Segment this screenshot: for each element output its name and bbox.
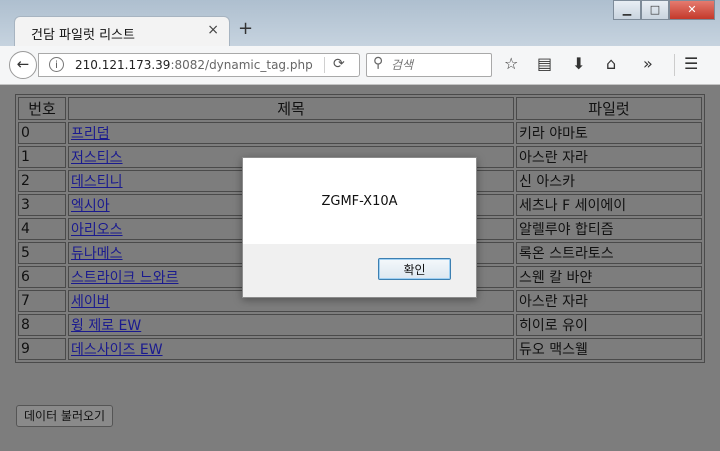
reading-list-icon[interactable]: ▤ bbox=[537, 54, 552, 73]
back-icon[interactable]: ← bbox=[9, 51, 37, 79]
row-pilot: 듀오 맥스웰 bbox=[516, 338, 702, 360]
tab-close-icon[interactable]: × bbox=[207, 22, 219, 38]
row-title: 윙 제로 EW bbox=[68, 314, 514, 336]
row-num: 5 bbox=[18, 242, 66, 264]
row-num: 3 bbox=[18, 194, 66, 216]
title-link[interactable]: 데스티니 bbox=[71, 174, 123, 190]
row-num: 0 bbox=[18, 122, 66, 144]
row-pilot: 아스란 자라 bbox=[516, 290, 702, 312]
row-title: 프리덤 bbox=[68, 122, 514, 144]
window-minimize-button[interactable]: ▁ bbox=[613, 0, 641, 20]
info-icon[interactable]: i bbox=[49, 57, 64, 72]
ok-button[interactable]: 확인 bbox=[378, 258, 451, 280]
overflow-chevrons-icon[interactable]: » bbox=[643, 54, 653, 73]
title-link[interactable]: 듀나메스 bbox=[71, 246, 123, 262]
url-bar[interactable]: i 210.121.173.39:8082/dynamic_tag.php ⟳ bbox=[38, 53, 360, 77]
toolbar-divider bbox=[674, 54, 675, 76]
table-row: 9 데스사이즈 EW 듀오 맥스웰 bbox=[18, 338, 702, 360]
header-num: 번호 bbox=[18, 97, 66, 120]
row-pilot: 아스란 자라 bbox=[516, 146, 702, 168]
hamburger-menu-icon[interactable]: ☰ bbox=[684, 54, 698, 73]
table-row: 8 윙 제로 EW 히이로 유이 bbox=[18, 314, 702, 336]
title-link[interactable]: 세이버 bbox=[71, 294, 110, 310]
url-host: 210.121.173.39 bbox=[75, 58, 171, 72]
row-pilot: 신 아스카 bbox=[516, 170, 702, 192]
url-path: :8082/dynamic_tag.php bbox=[170, 58, 313, 72]
dialog-message: ZGMF-X10A bbox=[321, 194, 398, 209]
row-pilot: 히이로 유이 bbox=[516, 314, 702, 336]
row-num: 4 bbox=[18, 218, 66, 240]
bookmark-star-icon[interactable]: ☆ bbox=[504, 54, 518, 73]
navigation-toolbar: ← i 210.121.173.39:8082/dynamic_tag.php … bbox=[0, 46, 720, 85]
title-link[interactable]: 저스티스 bbox=[71, 150, 123, 166]
row-pilot: 세츠나 F 세이에이 bbox=[516, 194, 702, 216]
header-pilot: 파일럿 bbox=[516, 97, 702, 120]
url-divider bbox=[324, 57, 325, 73]
title-link[interactable]: 아리오스 bbox=[71, 222, 123, 238]
title-bar: 건담 파일럿 리스트 × + ▁ □ ✕ bbox=[0, 0, 720, 47]
window-maximize-button[interactable]: □ bbox=[641, 0, 669, 20]
new-tab-button[interactable]: + bbox=[238, 18, 253, 39]
search-input[interactable] bbox=[391, 56, 487, 74]
download-icon[interactable]: ⬇ bbox=[572, 54, 585, 73]
row-num: 9 bbox=[18, 338, 66, 360]
tab-title: 건담 파일럿 리스트 bbox=[31, 28, 135, 43]
dialog-footer: 확인 bbox=[243, 244, 476, 297]
title-link[interactable]: 스트라이크 느와르 bbox=[71, 270, 179, 286]
row-num: 6 bbox=[18, 266, 66, 288]
url-text[interactable]: 210.121.173.39:8082/dynamic_tag.php bbox=[75, 58, 313, 72]
row-pilot: 스웬 칼 바얀 bbox=[516, 266, 702, 288]
search-icon: ⚲ bbox=[373, 55, 384, 71]
alert-dialog: ZGMF-X10A 확인 bbox=[242, 157, 477, 298]
row-title: 데스사이즈 EW bbox=[68, 338, 514, 360]
reload-icon[interactable]: ⟳ bbox=[333, 56, 345, 72]
load-data-button[interactable]: 데이터 불러오기 bbox=[16, 405, 114, 427]
browser-tab[interactable]: 건담 파일럿 리스트 × bbox=[14, 16, 230, 46]
table-header-row: 번호 제목 파일럿 bbox=[18, 97, 702, 120]
title-link[interactable]: 데스사이즈 EW bbox=[71, 342, 163, 358]
table-row: 0 프리덤 키라 야마토 bbox=[18, 122, 702, 144]
title-link[interactable]: 윙 제로 EW bbox=[71, 318, 141, 334]
window-close-button[interactable]: ✕ bbox=[669, 0, 715, 20]
row-pilot: 키라 야마토 bbox=[516, 122, 702, 144]
row-num: 8 bbox=[18, 314, 66, 336]
title-link[interactable]: 엑시아 bbox=[71, 198, 110, 214]
row-pilot: 록온 스트라토스 bbox=[516, 242, 702, 264]
search-box[interactable]: ⚲ bbox=[366, 53, 492, 77]
title-link[interactable]: 프리덤 bbox=[71, 126, 110, 142]
row-pilot: 알렐루야 합티즘 bbox=[516, 218, 702, 240]
row-num: 2 bbox=[18, 170, 66, 192]
header-title: 제목 bbox=[68, 97, 514, 120]
home-icon[interactable]: ⌂ bbox=[606, 54, 616, 73]
row-num: 7 bbox=[18, 290, 66, 312]
row-num: 1 bbox=[18, 146, 66, 168]
